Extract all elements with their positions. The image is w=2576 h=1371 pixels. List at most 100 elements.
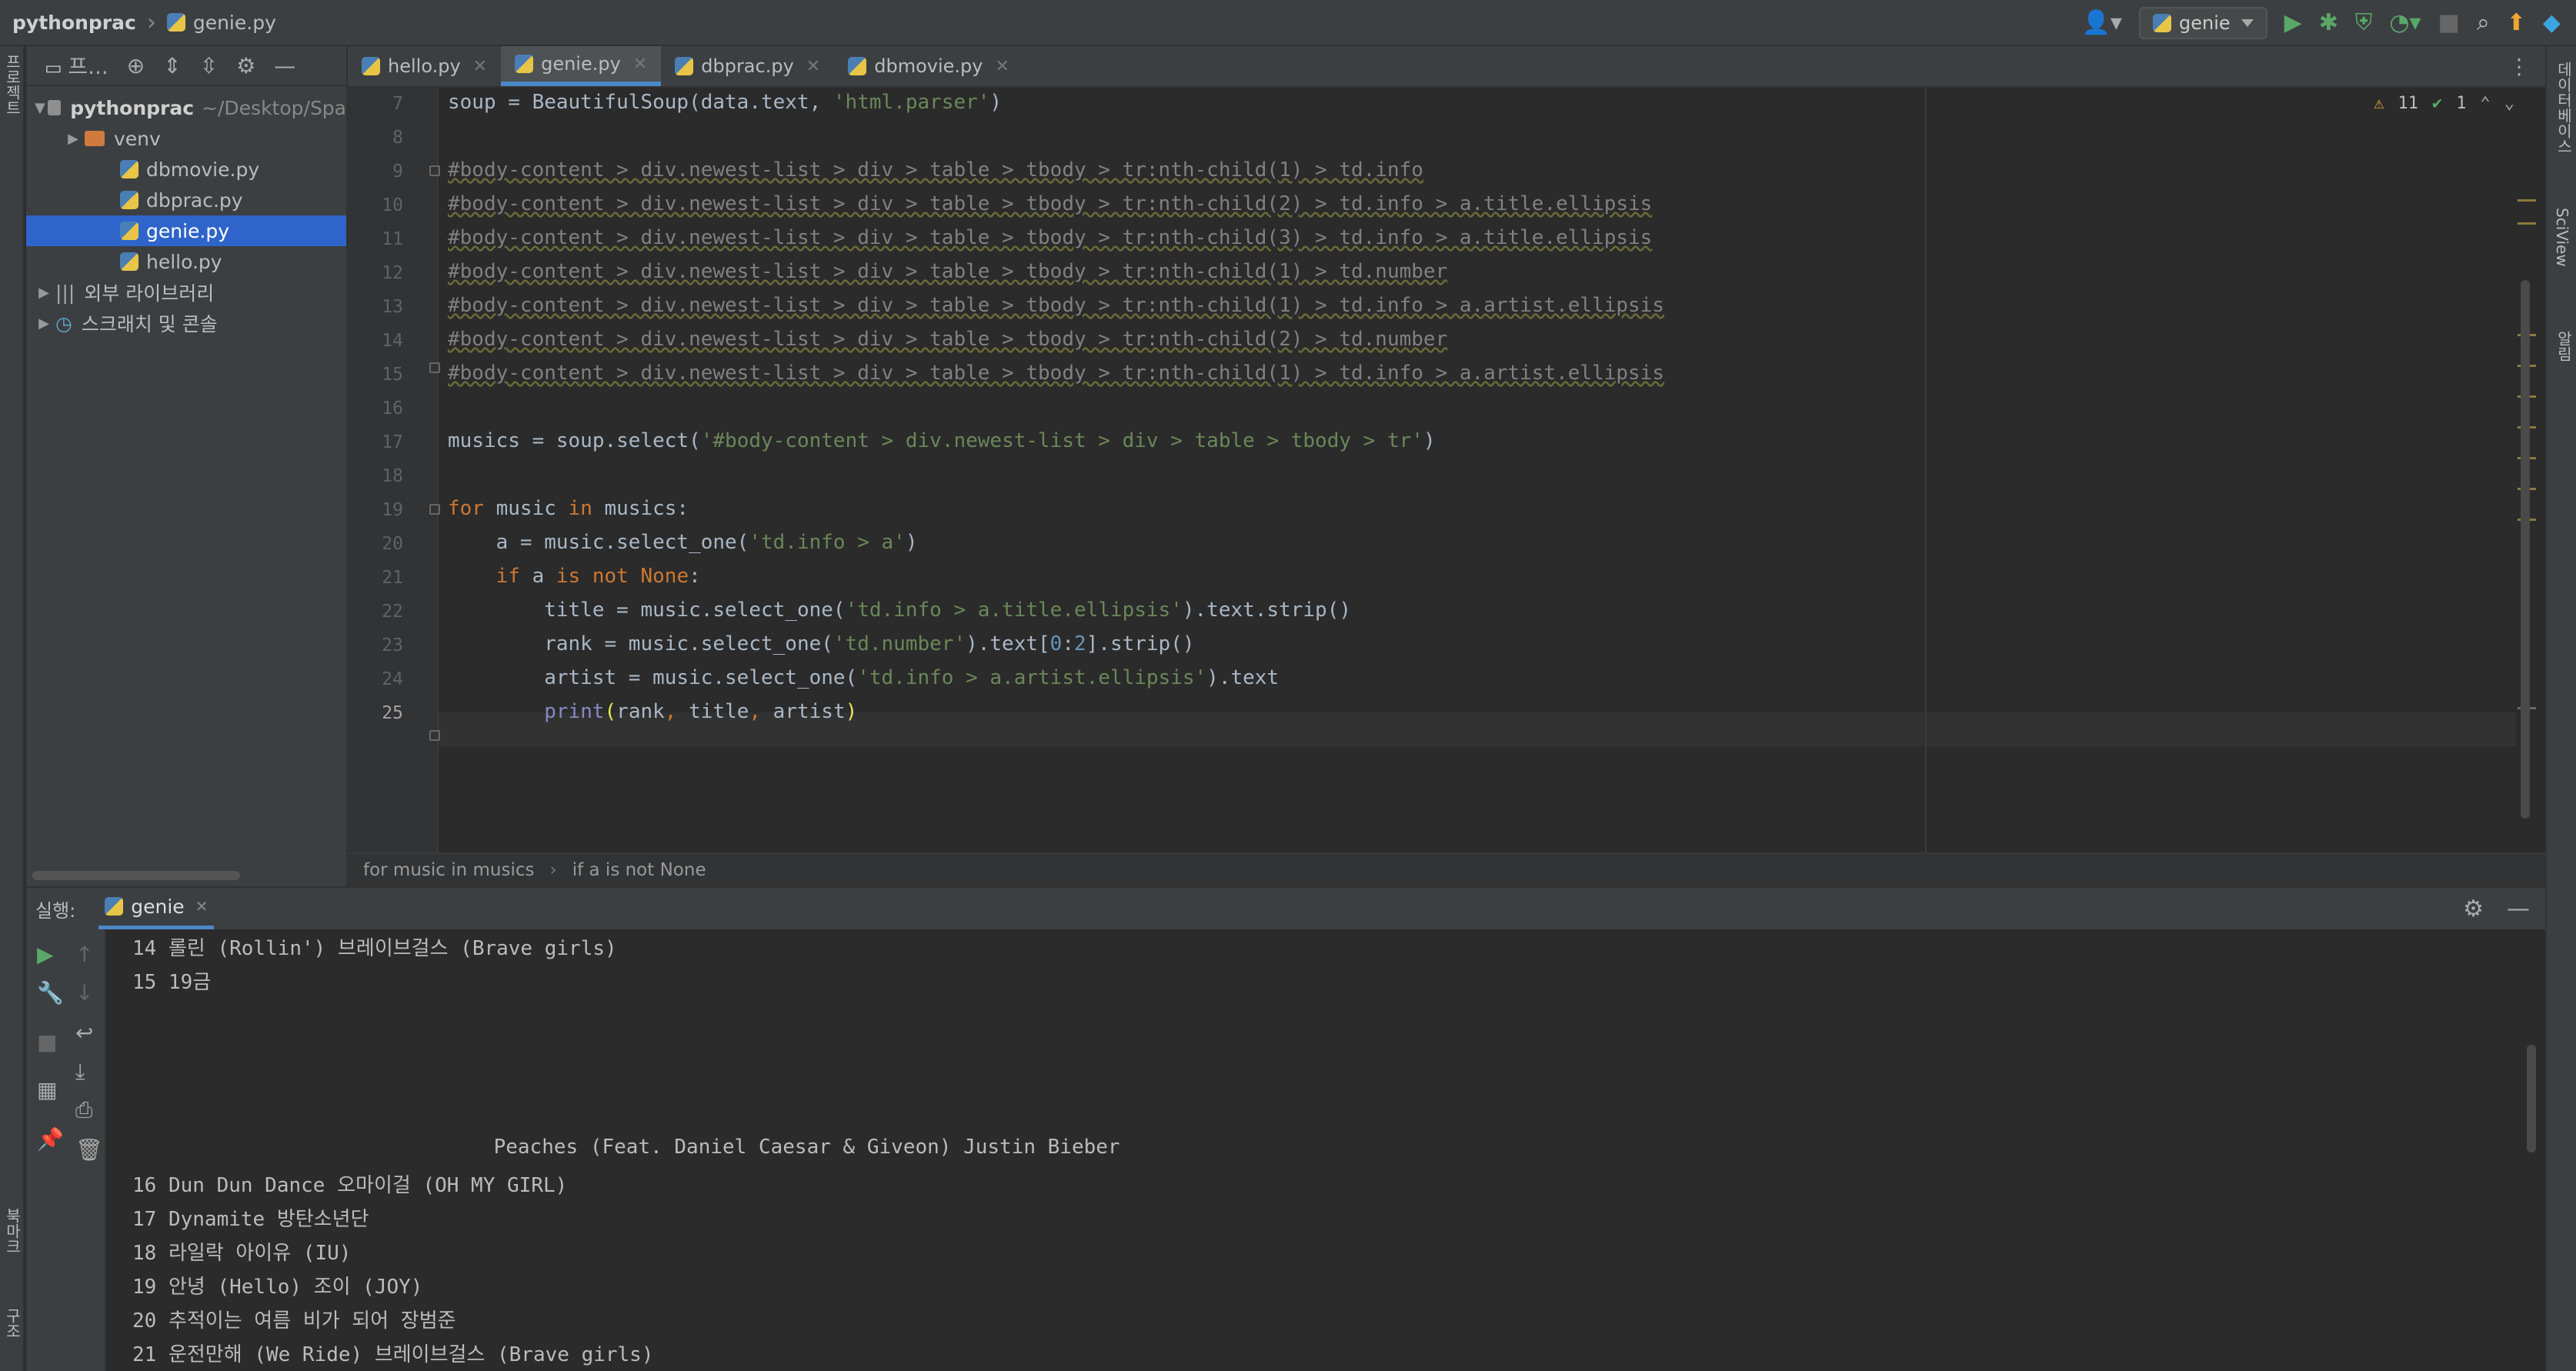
search-icon[interactable]: ⌕: [2477, 12, 2490, 35]
close-icon[interactable]: ✕: [995, 57, 1009, 76]
fold-icon[interactable]: [429, 730, 440, 741]
close-icon[interactable]: ✕: [195, 897, 209, 916]
fold-icon[interactable]: [429, 165, 440, 176]
tree-item-label: dbmovie.py: [146, 158, 260, 181]
stop-icon[interactable]: ■: [2438, 12, 2460, 35]
profile-icon[interactable]: ◔▾: [2389, 12, 2421, 35]
breadcrumb-item[interactable]: if a is not None: [572, 860, 706, 880]
locate-icon[interactable]: ⊕: [127, 53, 145, 78]
tab-dbmovie[interactable]: dbmovie.py ✕: [834, 46, 1023, 86]
fold-icon[interactable]: [429, 362, 440, 373]
close-icon[interactable]: ✕: [473, 57, 487, 76]
code-line: for music in musics:: [448, 497, 689, 520]
inspection-widget[interactable]: ⚠ 11 ✔ 1 ⌃ ⌄: [2374, 94, 2514, 113]
structure-tool-button[interactable]: 구조: [2, 1308, 24, 1339]
python-file-icon: [120, 222, 138, 240]
console-line: 18 라일락 아이유 (IU): [132, 1242, 352, 1265]
shield-icon[interactable]: ⛨: [2355, 12, 2373, 35]
project-name[interactable]: pythonprac: [12, 12, 136, 34]
tab-hello[interactable]: hello.py ✕: [348, 46, 501, 86]
play-icon[interactable]: ▶: [2284, 12, 2302, 35]
python-file-icon: [515, 55, 534, 73]
run-tab-label: genie: [131, 895, 185, 918]
line-number: 22: [382, 602, 403, 622]
stop-icon[interactable]: ■: [37, 1029, 57, 1055]
chevron-right-icon[interactable]: ▶: [32, 315, 55, 332]
line-number: 20: [382, 534, 403, 554]
close-icon[interactable]: ✕: [806, 57, 820, 76]
warning-marker[interactable]: [2518, 199, 2536, 202]
bug-icon[interactable]: ✱: [2319, 12, 2338, 35]
user-icon[interactable]: 👤▾: [2082, 12, 2122, 35]
root-name: pythonprac: [70, 96, 195, 119]
tab-genie[interactable]: genie.py ✕: [501, 46, 662, 86]
notifications-tool-button[interactable]: 알림: [2553, 331, 2575, 362]
close-icon[interactable]: ✕: [633, 55, 647, 74]
tree-item-genie[interactable]: genie.py: [26, 215, 346, 246]
line-number: 15: [382, 365, 403, 385]
expand-all-icon[interactable]: ⇕: [163, 53, 181, 78]
tree-item-external-libraries[interactable]: ▶ ||| 외부 라이브러리: [26, 277, 346, 308]
project-view-select[interactable]: ▭ 프...: [45, 50, 108, 81]
arrow-down-icon[interactable]: ↓: [75, 980, 93, 1006]
code-line: if a is not None:: [496, 565, 701, 588]
sciview-tool-button[interactable]: SciView: [2553, 208, 2571, 267]
scroll-to-end-icon[interactable]: ⤓: [75, 1059, 85, 1085]
console-line: 21 운전만해 (We Ride) 브레이브걸스 (Brave girls): [132, 1343, 654, 1366]
wrench-icon[interactable]: 🔧: [37, 980, 64, 1006]
database-tool-button[interactable]: 데이터베이스: [2553, 62, 2575, 154]
gear-icon[interactable]: ⚙: [2463, 896, 2484, 922]
code-line: title = music.select_one('td.info > a.ti…: [448, 599, 1352, 622]
warning-marker[interactable]: [2518, 222, 2536, 225]
chevron-up-icon[interactable]: ⌃: [2481, 94, 2491, 113]
python-file-icon: [675, 57, 694, 75]
project-scrollbar[interactable]: [32, 871, 240, 880]
fold-icon[interactable]: [429, 504, 440, 515]
editor-scrollbar[interactable]: [2521, 280, 2530, 819]
tree-item-label: 스크래치 및 콘솔: [81, 313, 218, 335]
rerun-icon[interactable]: ▶: [37, 942, 54, 967]
current-file-name[interactable]: genie.py: [193, 12, 276, 34]
update-icon[interactable]: ⬆: [2507, 12, 2526, 35]
logo-icon[interactable]: ◆: [2543, 12, 2561, 35]
line-number: 24: [382, 669, 403, 689]
gear-icon[interactable]: ⚙: [236, 53, 255, 78]
breadcrumb-item[interactable]: for music in musics: [363, 860, 535, 880]
code-breadcrumb: for music in musics › if a is not None: [348, 852, 2545, 886]
layout-icon[interactable]: ▦: [37, 1077, 57, 1102]
editor-tabs: hello.py ✕ genie.py ✕ dbprac.py ✕ dbmovie.p…: [348, 46, 2545, 88]
chevron-down-icon[interactable]: ⌄: [2504, 94, 2514, 113]
line-number: 18: [382, 466, 403, 486]
tree-item-venv[interactable]: ▶ venv: [26, 123, 346, 154]
minimize-icon[interactable]: —: [274, 53, 295, 78]
tree-item-dbprac[interactable]: dbprac.py: [26, 185, 346, 215]
soft-wrap-icon[interactable]: ↩: [75, 1020, 93, 1046]
chevron-right-icon[interactable]: ▶: [62, 131, 85, 147]
trash-icon[interactable]: 🗑: [75, 1137, 103, 1163]
code-editor[interactable]: 7 8 9 10 11 12 13 14 15 16 17 18 19 20 21 22 23 24 25 soup…: [348, 88, 2545, 852]
code-line: #body-content > div.newest-list > div > …: [448, 294, 1664, 317]
tab-dbprac[interactable]: dbprac.py ✕: [661, 46, 834, 86]
code-line: rank = music.select_one('td.number').tex…: [448, 632, 1195, 655]
run-console[interactable]: 14 롤린 (Rollin') 브레이브걸스 (Brave girls) 15 …: [106, 929, 2545, 1371]
run-configuration-select[interactable]: genie: [2138, 7, 2267, 39]
minimize-icon[interactable]: —: [2507, 896, 2530, 922]
arrow-up-icon[interactable]: ↑: [75, 942, 93, 967]
run-tab-genie[interactable]: genie ✕: [98, 887, 215, 930]
print-icon[interactable]: ⎙: [75, 1097, 92, 1123]
project-tool-button[interactable]: 프로젝트: [2, 54, 24, 115]
console-scrollbar[interactable]: [2527, 1045, 2536, 1153]
bookmarks-tool-button[interactable]: 북마크: [2, 1208, 24, 1254]
console-line: 17 Dynamite 방탄소년단: [132, 1208, 369, 1231]
tree-item-hello[interactable]: hello.py: [26, 246, 346, 277]
chevron-down-icon[interactable]: ▼: [32, 100, 48, 116]
right-margin-guide: [1925, 88, 1927, 852]
more-tabs-icon[interactable]: ⋮: [2508, 54, 2530, 79]
project-panel: ▭ 프... ⊕ ⇕ ⇳ ⚙ — ▼ pythonprac ~/Desktop/…: [26, 46, 348, 886]
tree-item-scratches[interactable]: ▶ ◷ 스크래치 및 콘솔: [26, 308, 346, 339]
chevron-right-icon[interactable]: ▶: [32, 285, 55, 301]
tree-item-dbmovie[interactable]: dbmovie.py: [26, 154, 346, 185]
collapse-all-icon[interactable]: ⇳: [200, 53, 218, 78]
pin-icon[interactable]: 📌: [37, 1126, 64, 1152]
tree-root[interactable]: ▼ pythonprac ~/Desktop/Spa: [26, 92, 346, 123]
